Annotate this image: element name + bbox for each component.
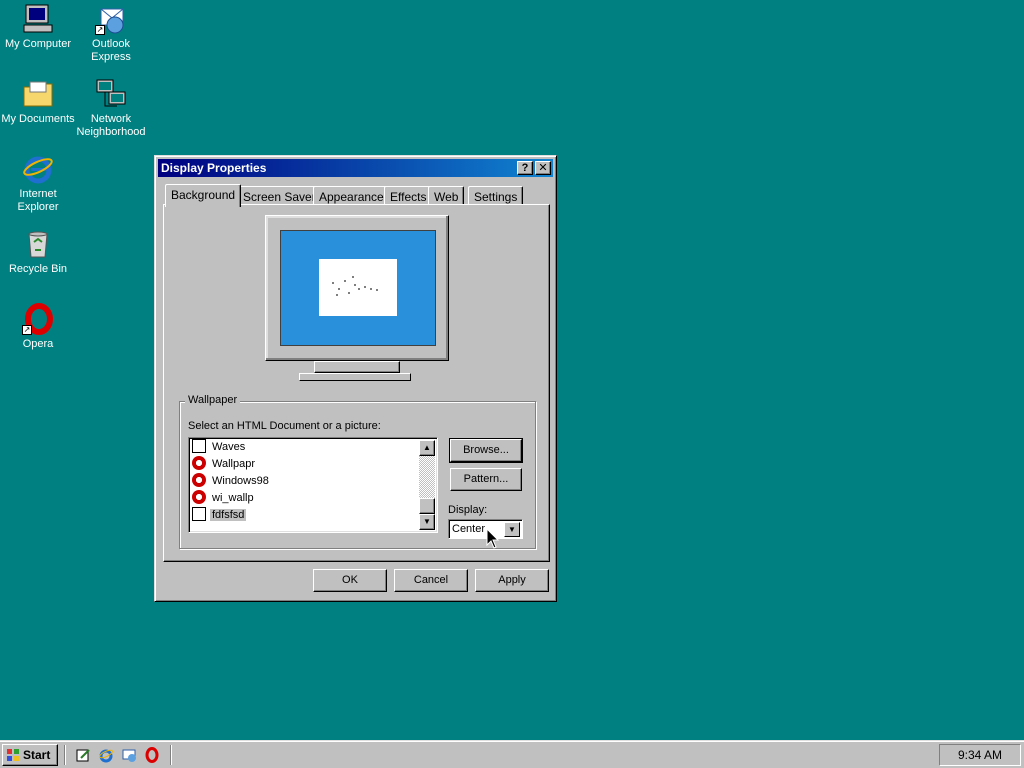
tab-settings[interactable]: Settings	[468, 186, 524, 205]
tab-screen-saver[interactable]: Screen Saver	[237, 186, 322, 205]
window-title: Display Properties	[161, 161, 267, 175]
wallpaper-listbox[interactable]: Waves Wallpapr Windows98 wi_wallp fdfsfs…	[188, 437, 438, 533]
list-item[interactable]: Windows98	[192, 473, 271, 490]
cancel-button[interactable]: Cancel	[394, 569, 468, 592]
desktop-icon-label: Outlook Express	[91, 38, 131, 63]
tab-effects[interactable]: Effects	[384, 186, 433, 205]
tab-appearance[interactable]: Appearance	[313, 186, 390, 205]
desktop-icon-label: My Documents	[1, 113, 75, 125]
bitmap-icon	[192, 507, 206, 521]
wallpaper-group-label: Wallpaper	[185, 394, 241, 406]
chevron-down-icon[interactable]: ▼	[504, 522, 520, 537]
quicklaunch-edit-icon[interactable]	[75, 747, 91, 763]
display-mode-value: Center	[452, 523, 486, 535]
preview-screen	[280, 230, 436, 346]
taskbar-separator	[64, 745, 66, 765]
list-item[interactable]: wi_wallp	[192, 490, 256, 507]
opera-file-icon	[192, 456, 206, 470]
apply-button[interactable]: Apply	[475, 569, 549, 592]
desktop-icon-my-documents[interactable]: My Documents	[0, 78, 76, 126]
desktop-icon-label: Internet Explorer	[17, 188, 59, 213]
start-button[interactable]: Start	[2, 744, 58, 766]
desktop-icon-network-neighborhood[interactable]: Network Neighborhood	[73, 78, 149, 139]
quicklaunch-outlook-express-icon[interactable]	[121, 747, 137, 763]
opera-file-icon	[192, 473, 206, 487]
display-mode-label: Display:	[448, 504, 488, 516]
list-item-selected[interactable]: fdfsfsd	[192, 507, 247, 524]
pattern-button[interactable]: Pattern...	[450, 468, 522, 491]
monitor-preview	[265, 215, 449, 361]
list-item[interactable]: Wallpapr	[192, 456, 257, 473]
desktop-icon-opera[interactable]: ↗ Opera	[0, 303, 76, 351]
folder-icon	[22, 78, 54, 110]
system-tray-clock[interactable]: 9:34 AM	[939, 744, 1021, 766]
desktop-icon-outlook-express[interactable]: ↗ Outlook Express	[73, 3, 149, 64]
help-button[interactable]: ?	[517, 161, 533, 175]
opera-file-icon	[192, 490, 206, 504]
taskbar-separator	[170, 745, 172, 765]
scroll-thumb[interactable]	[419, 498, 435, 514]
shortcut-arrow-icon: ↗	[22, 325, 32, 335]
scroll-down-arrow-icon[interactable]: ▼	[419, 514, 435, 530]
background-tab-panel: Wallpaper Select an HTML Document or a p…	[163, 204, 550, 562]
title-bar[interactable]: Display Properties ? ✕	[158, 159, 553, 177]
start-label: Start	[23, 748, 51, 762]
desktop-icon-internet-explorer[interactable]: Internet Explorer	[0, 153, 76, 214]
network-icon	[95, 78, 127, 110]
tab-background[interactable]: Background	[165, 184, 242, 207]
computer-icon	[22, 3, 54, 35]
wallpaper-preview-image	[319, 259, 397, 316]
ok-button[interactable]: OK	[313, 569, 387, 592]
browse-button[interactable]: Browse...	[449, 438, 523, 463]
outlook-express-icon: ↗	[95, 3, 127, 35]
list-item[interactable]: Waves	[192, 439, 247, 456]
windows-logo-icon	[7, 749, 19, 761]
bitmap-icon	[192, 439, 206, 453]
desktop-icon-label: Opera	[22, 338, 54, 350]
tab-web[interactable]: Web	[428, 186, 465, 205]
monitor-stand-base	[299, 373, 411, 381]
select-picture-label: Select an HTML Document or a picture:	[188, 420, 381, 432]
internet-explorer-icon	[22, 153, 54, 185]
quicklaunch-opera-icon[interactable]	[144, 747, 160, 763]
shortcut-arrow-icon: ↗	[95, 25, 105, 35]
desktop-icon-recycle-bin[interactable]: Recycle Bin	[0, 228, 76, 276]
desktop-icon-label: Recycle Bin	[8, 263, 68, 275]
taskbar: Start 9:34 AM	[0, 740, 1024, 768]
scroll-up-arrow-icon[interactable]: ▲	[419, 440, 435, 456]
desktop-icon-my-computer[interactable]: My Computer	[0, 3, 76, 51]
recycle-bin-icon	[22, 228, 54, 260]
desktop-icon-label: My Computer	[4, 38, 72, 50]
monitor-stand-neck	[314, 361, 400, 373]
desktop-icon-label: Network Neighborhood	[76, 113, 146, 138]
opera-icon: ↗	[22, 303, 54, 335]
close-button[interactable]: ✕	[535, 161, 551, 175]
quicklaunch-internet-explorer-icon[interactable]	[98, 747, 114, 763]
wallpaper-group: Wallpaper Select an HTML Document or a p…	[179, 394, 536, 549]
list-scrollbar[interactable]: ▲ ▼	[419, 440, 435, 530]
